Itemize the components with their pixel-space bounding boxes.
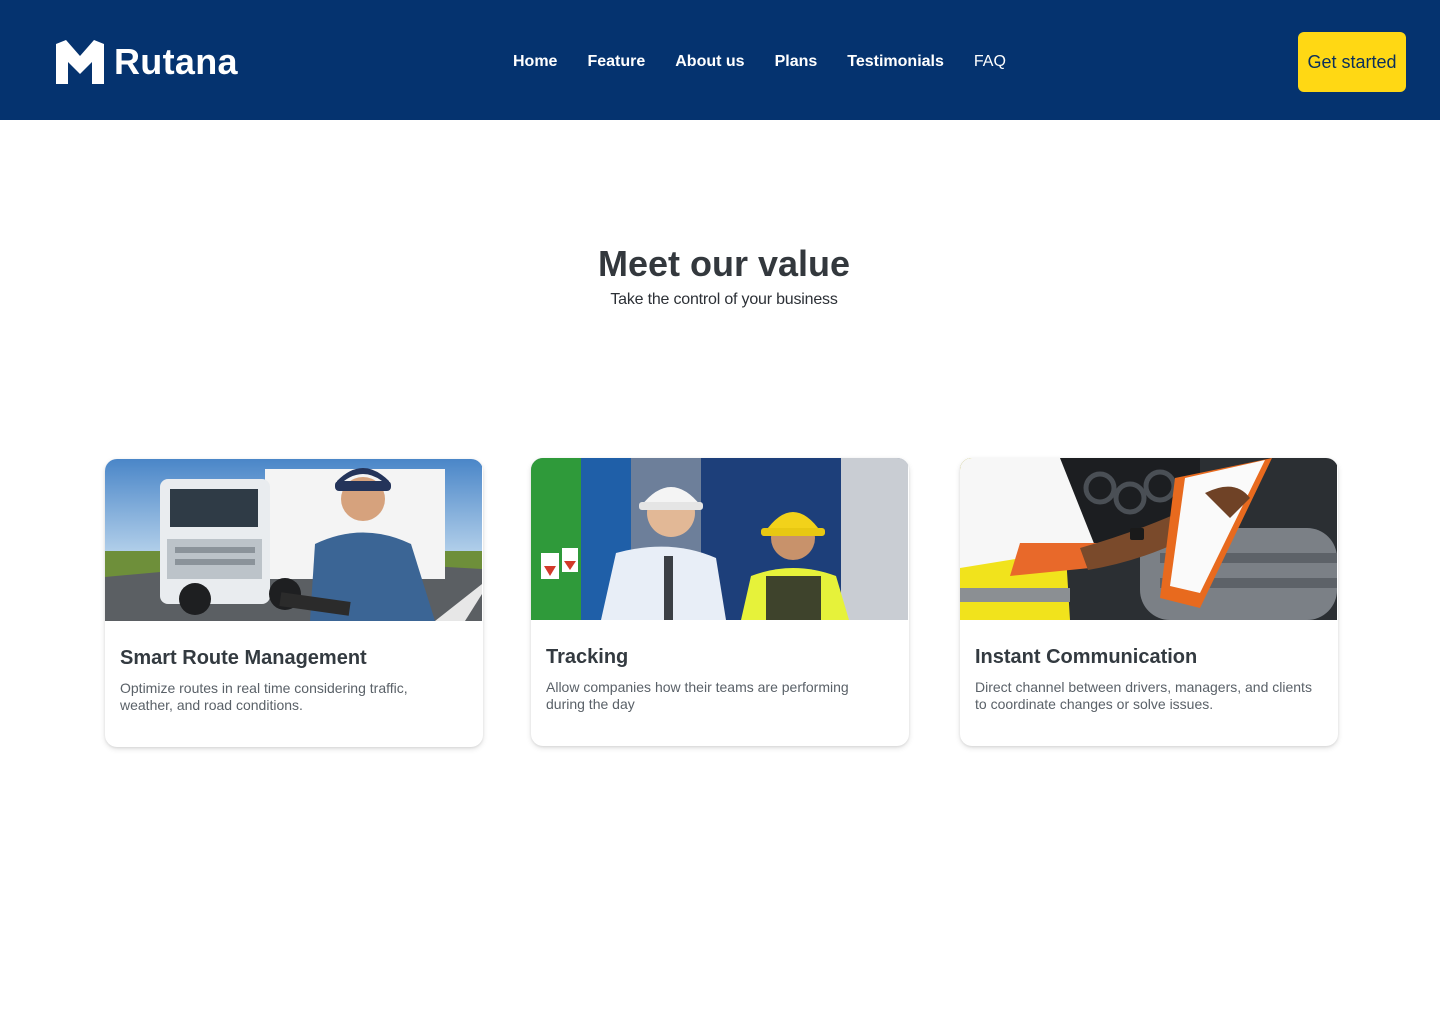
card-description: Allow companies how their teams are perf…	[546, 679, 849, 712]
value-card-tracking: Tracking Allow companies how their teams…	[531, 458, 909, 746]
nav-link-about-us[interactable]: About us	[675, 50, 744, 74]
card-description: Optimize routes in real time considering…	[120, 680, 408, 713]
nav-link-home[interactable]: Home	[513, 50, 557, 74]
brand-name: Rutana	[114, 41, 238, 82]
chevron-up-logo-icon	[56, 40, 104, 84]
card-title: Instant Communication	[975, 646, 1198, 668]
navbar: Rutana Home Feature About us Plans Testi…	[0, 0, 1440, 120]
card-title: Tracking	[546, 646, 629, 668]
nav-link-faq[interactable]: FAQ	[974, 50, 1006, 74]
section-title: Meet our value	[597, 243, 851, 284]
value-card-smart-route: Smart Route Management Optimize routes i…	[105, 459, 483, 747]
nav-link-feature[interactable]: Feature	[587, 50, 645, 74]
section-subtitle: Take the control of your business	[610, 291, 838, 308]
get-started-button[interactable]: Get started	[1298, 32, 1406, 92]
brand-logo[interactable]: Rutana	[56, 40, 238, 84]
main-nav: Home Feature About us Plans Testimonials…	[513, 50, 1006, 74]
nav-link-plans[interactable]: Plans	[775, 50, 818, 74]
clipboard-checklist-photo	[960, 458, 1337, 620]
card-description: Direct channel between drivers, managers…	[975, 679, 1312, 712]
truck-driver-photo	[105, 459, 482, 621]
value-card-instant-communication: Instant Communication Direct channel bet…	[960, 458, 1338, 746]
warehouse-workers-photo	[531, 458, 908, 620]
card-title: Smart Route Management	[120, 647, 367, 669]
nav-link-testimonials[interactable]: Testimonials	[847, 50, 944, 74]
